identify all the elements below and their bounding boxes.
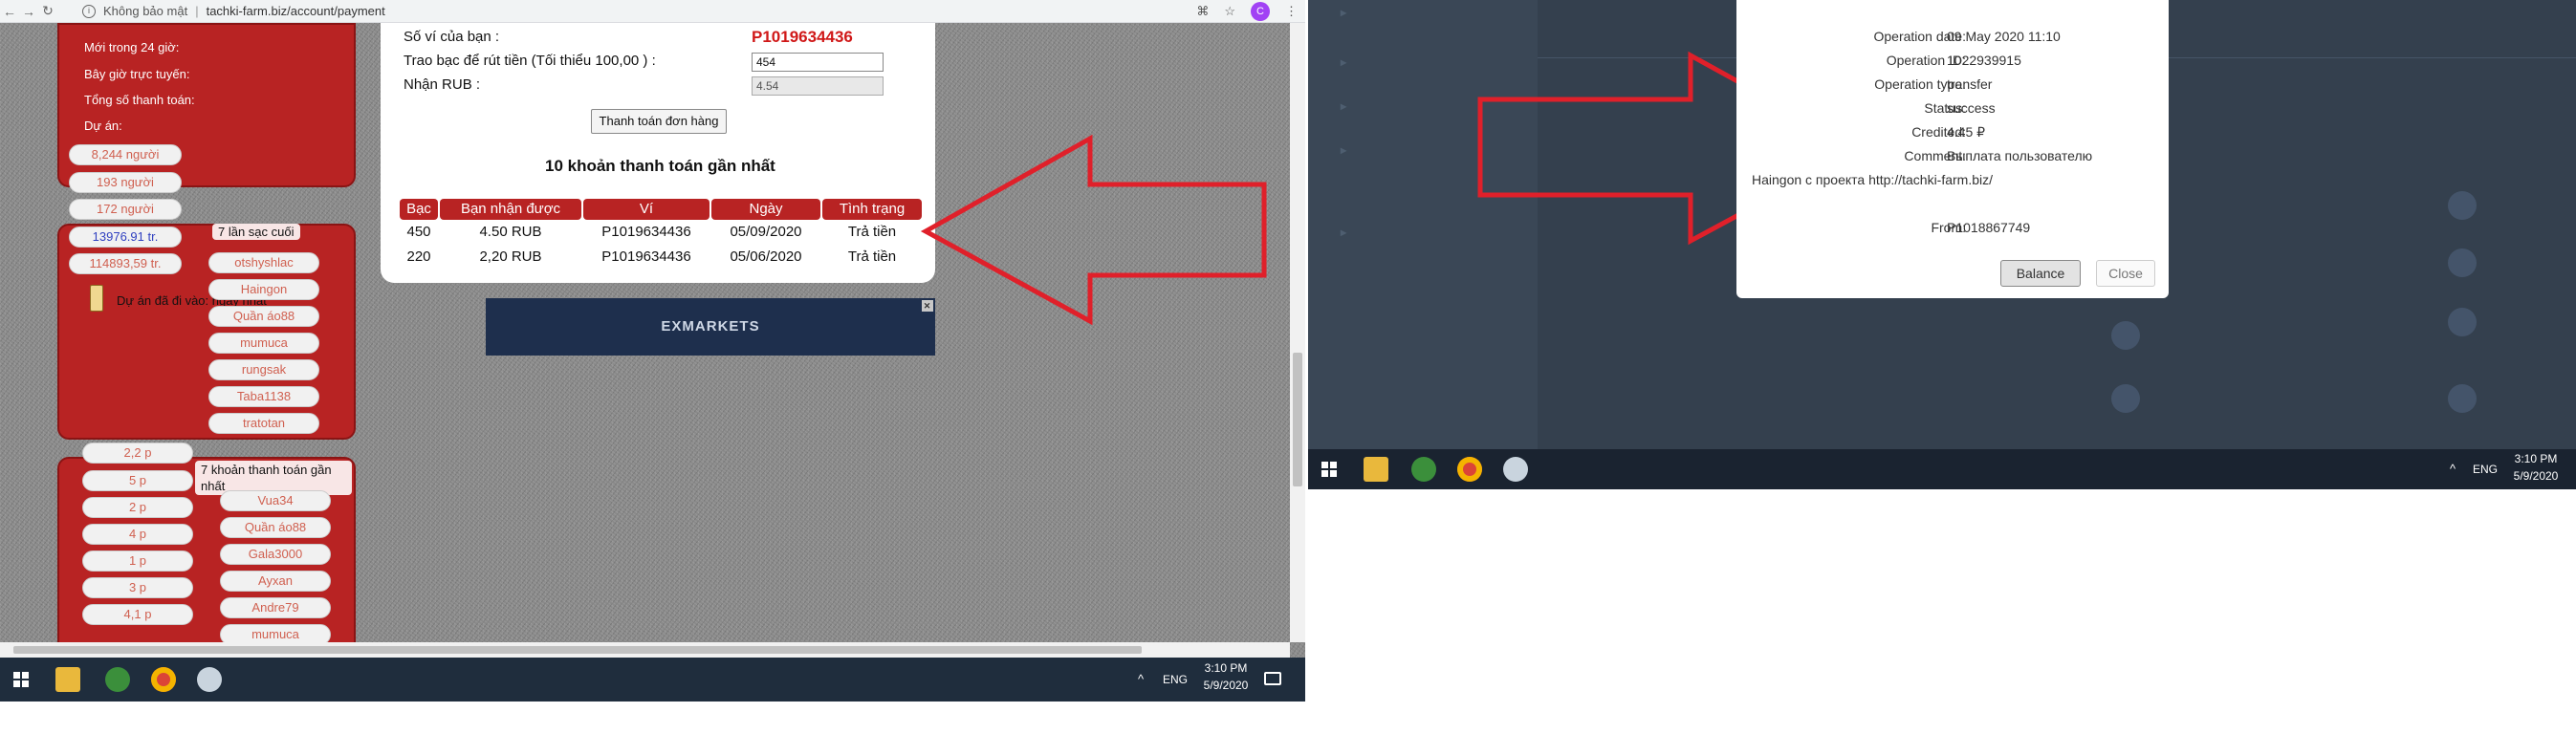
- tray-language[interactable]: ENG: [2473, 463, 2498, 476]
- operation-dialog: Operation date: 09 May 2020 11:10 Operat…: [1736, 0, 2169, 298]
- operation-date-label: Operation date:: [1873, 29, 1966, 44]
- credited-label: Credited:: [1911, 124, 1966, 140]
- credited-value: 4.45 ₽: [1947, 124, 1986, 140]
- tray-time[interactable]: 3:10 PM: [2507, 452, 2565, 465]
- balance-button[interactable]: Balance: [2000, 260, 2081, 287]
- comment-extra: Haingon с проекта http://tachki-farm.biz…: [1752, 172, 1994, 187]
- operation-id-value: 1022939915: [1947, 53, 2021, 68]
- tray-language[interactable]: ENG: [1163, 673, 1188, 686]
- operation-id-label: Operation ID:: [1886, 53, 1966, 68]
- operation-type-value: transfer: [1947, 76, 1993, 92]
- chrome-icon[interactable]: [1457, 457, 1482, 482]
- tray-up-icon[interactable]: ^: [2450, 462, 2456, 476]
- from-value: P1018867749: [1947, 220, 2031, 235]
- comment-value: Выплата пользователю: [1947, 148, 2093, 163]
- taskbar-left: ^ ENG 3:10 PM 5/9/2020: [0, 658, 1305, 702]
- notification-icon[interactable]: [1264, 672, 1281, 685]
- tray-date[interactable]: 5/9/2020: [2507, 469, 2565, 483]
- chrome-profile-icon[interactable]: [105, 667, 130, 692]
- chrome-profile-icon[interactable]: [1411, 457, 1436, 482]
- close-button[interactable]: Close: [2096, 260, 2155, 287]
- tray-time[interactable]: 3:10 PM: [1197, 661, 1255, 675]
- status-label: Status:: [1924, 100, 1966, 116]
- comment-label: Comment:: [1904, 148, 1966, 163]
- snipping-tool-icon[interactable]: [197, 667, 222, 692]
- status-value: success: [1947, 100, 1996, 116]
- tray-up-icon[interactable]: ^: [1138, 672, 1144, 686]
- file-explorer-icon[interactable]: [1364, 457, 1388, 482]
- operation-date-value: 09 May 2020 11:10: [1947, 29, 2061, 44]
- annotation-arrow-left: [920, 134, 1267, 326]
- operation-type-label: Operation type:: [1874, 76, 1966, 92]
- from-label: From:: [1931, 220, 1966, 235]
- windows-start-icon[interactable]: [13, 672, 29, 687]
- taskbar-right: ^ ENG 3:10 PM 5/9/2020: [1308, 449, 2576, 489]
- left-screen: ← → ↻ i Không bảo mật | tachki-farm.biz/…: [0, 0, 1305, 702]
- tray-date[interactable]: 5/9/2020: [1197, 679, 1255, 692]
- windows-start-icon[interactable]: [1321, 462, 1337, 477]
- chrome-icon[interactable]: [151, 667, 176, 692]
- snipping-tool-icon[interactable]: [1503, 457, 1528, 482]
- screenshot-root: ← → ↻ i Không bảo mật | tachki-farm.biz/…: [0, 0, 2576, 734]
- file-explorer-icon[interactable]: [55, 667, 80, 692]
